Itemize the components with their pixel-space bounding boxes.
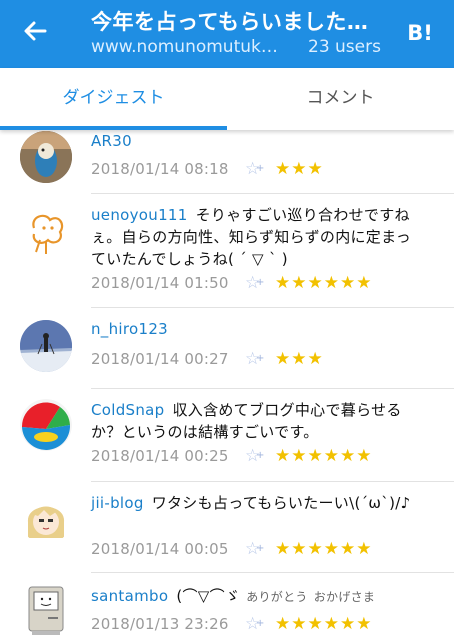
avatar[interactable] (20, 131, 72, 183)
star-rating: ★★★ (275, 349, 324, 369)
parakeet-avatar-image (20, 131, 72, 183)
avatar[interactable] (20, 585, 72, 637)
comment-body: ColdSnap 収入含めてブログ中心で暮らせるか？というのは結構すごいです。 (91, 399, 421, 443)
comment-text: ワタシも占ってもらいたーい\(´ω`)/♪ (151, 494, 411, 512)
anime-character-avatar-image (20, 492, 72, 544)
avatar[interactable] (20, 206, 72, 258)
list-item: n_hiro123 2018/01/14 00:27 ☆ + ★★★ (0, 308, 454, 388)
comment-timestamp: 2018/01/13 23:26 (91, 615, 229, 633)
classic-computer-avatar-image (28, 586, 64, 635)
hatena-bookmark-button[interactable]: B! (403, 19, 437, 47)
star-rating: ★★★ (275, 159, 324, 179)
comment-timestamp: 2018/01/14 00:25 (91, 447, 229, 465)
bookmark-user-count: 23 users (308, 37, 381, 57)
add-star-icon[interactable]: ☆ + (245, 159, 267, 179)
back-button[interactable] (20, 16, 50, 46)
star-rating: ★★★★★★ (275, 273, 373, 293)
snowfield-avatar-image (20, 320, 72, 372)
active-tab-indicator (0, 126, 227, 130)
app-bar: 今年を占ってもらいました… www.nomunomutuk… 23 users … (0, 0, 454, 68)
add-star-icon[interactable]: ☆ + (245, 273, 267, 293)
tab-digest[interactable]: ダイジェスト (0, 68, 227, 130)
comment-tag[interactable]: ありがとう (246, 590, 308, 604)
list-item: AR30 2018/01/14 08:18 ☆ + ★★★ (0, 130, 454, 192)
comment-meta: 2018/01/14 00:27 ☆ + ★★★ (91, 348, 324, 370)
comment-meta: 2018/01/14 00:05 ☆ + ★★★★★★ (91, 538, 372, 560)
comment-body: n_hiro123 (91, 318, 421, 340)
star-rating: ★★★★★★ (275, 446, 373, 466)
list-item: santambo (⌒▽⌒ゞ ありがとう おかげさま 2018/01/13 23:26… (0, 573, 454, 640)
comment-text: (⌒▽⌒ゞ (176, 587, 241, 605)
comment-meta: 2018/01/14 08:18 ☆ + ★★★ (91, 158, 324, 180)
comment-body: santambo (⌒▽⌒ゞ ありがとう おかげさま (91, 585, 431, 608)
comment-meta: 2018/01/14 01:50 ☆ + ★★★★★★ (91, 272, 372, 294)
comment-username[interactable]: santambo (91, 587, 168, 605)
star-rating: ★★★★★★ (275, 539, 373, 559)
add-star-icon[interactable]: ☆ + (245, 349, 267, 369)
colorful-logo-avatar-image (20, 399, 72, 451)
comment-username[interactable]: uenoyou111 (91, 206, 188, 224)
comment-username[interactable]: jii-blog (91, 494, 144, 512)
avatar[interactable] (20, 399, 72, 451)
comment-timestamp: 2018/01/14 01:50 (91, 274, 229, 292)
doodle-avatar-image (20, 206, 72, 258)
tab-bar: ダイジェスト コメント (0, 68, 454, 130)
add-star-icon[interactable]: ☆ + (245, 539, 267, 559)
page-url: www.nomunomutuk… (91, 37, 278, 57)
comment-body: uenoyou111 そりゃすごい巡り合わせですねぇ。自らの方向性、知らず知らずの… (91, 204, 421, 270)
comment-body: AR30 (91, 130, 421, 152)
comment-username[interactable]: ColdSnap (91, 401, 164, 419)
comment-body: jii-blog ワタシも占ってもらいたーい\(´ω`)/♪ (91, 492, 421, 514)
comment-username[interactable]: n_hiro123 (91, 320, 168, 338)
avatar[interactable] (20, 320, 72, 372)
add-star-icon[interactable]: ☆ + (245, 446, 267, 466)
star-rating: ★★★★★★ (275, 614, 373, 634)
comment-timestamp: 2018/01/14 00:05 (91, 540, 229, 558)
comment-tag[interactable]: おかげさま (314, 590, 376, 604)
avatar[interactable] (20, 492, 72, 544)
page-title: 今年を占ってもらいました… (91, 10, 369, 34)
tab-comments[interactable]: コメント (227, 68, 454, 130)
comment-meta: 2018/01/13 23:26 ☆ + ★★★★★★ (91, 613, 372, 635)
comment-list[interactable]: AR30 2018/01/14 08:18 ☆ + ★★★ uenoyou111 そ… (0, 130, 454, 640)
list-item: ColdSnap 収入含めてブログ中心で暮らせるか？というのは結構すごいです。 2… (0, 389, 454, 481)
list-item: uenoyou111 そりゃすごい巡り合わせですねぇ。自らの方向性、知らず知らずの… (0, 194, 454, 307)
back-arrow-icon (24, 21, 47, 41)
comment-meta: 2018/01/14 00:25 ☆ + ★★★★★★ (91, 445, 372, 467)
list-item: jii-blog ワタシも占ってもらいたーい\(´ω`)/♪ 2018/01/14… (0, 482, 454, 572)
comment-timestamp: 2018/01/14 08:18 (91, 160, 229, 178)
add-star-icon[interactable]: ☆ + (245, 614, 267, 634)
comment-timestamp: 2018/01/14 00:27 (91, 350, 229, 368)
comment-username[interactable]: AR30 (91, 132, 132, 150)
